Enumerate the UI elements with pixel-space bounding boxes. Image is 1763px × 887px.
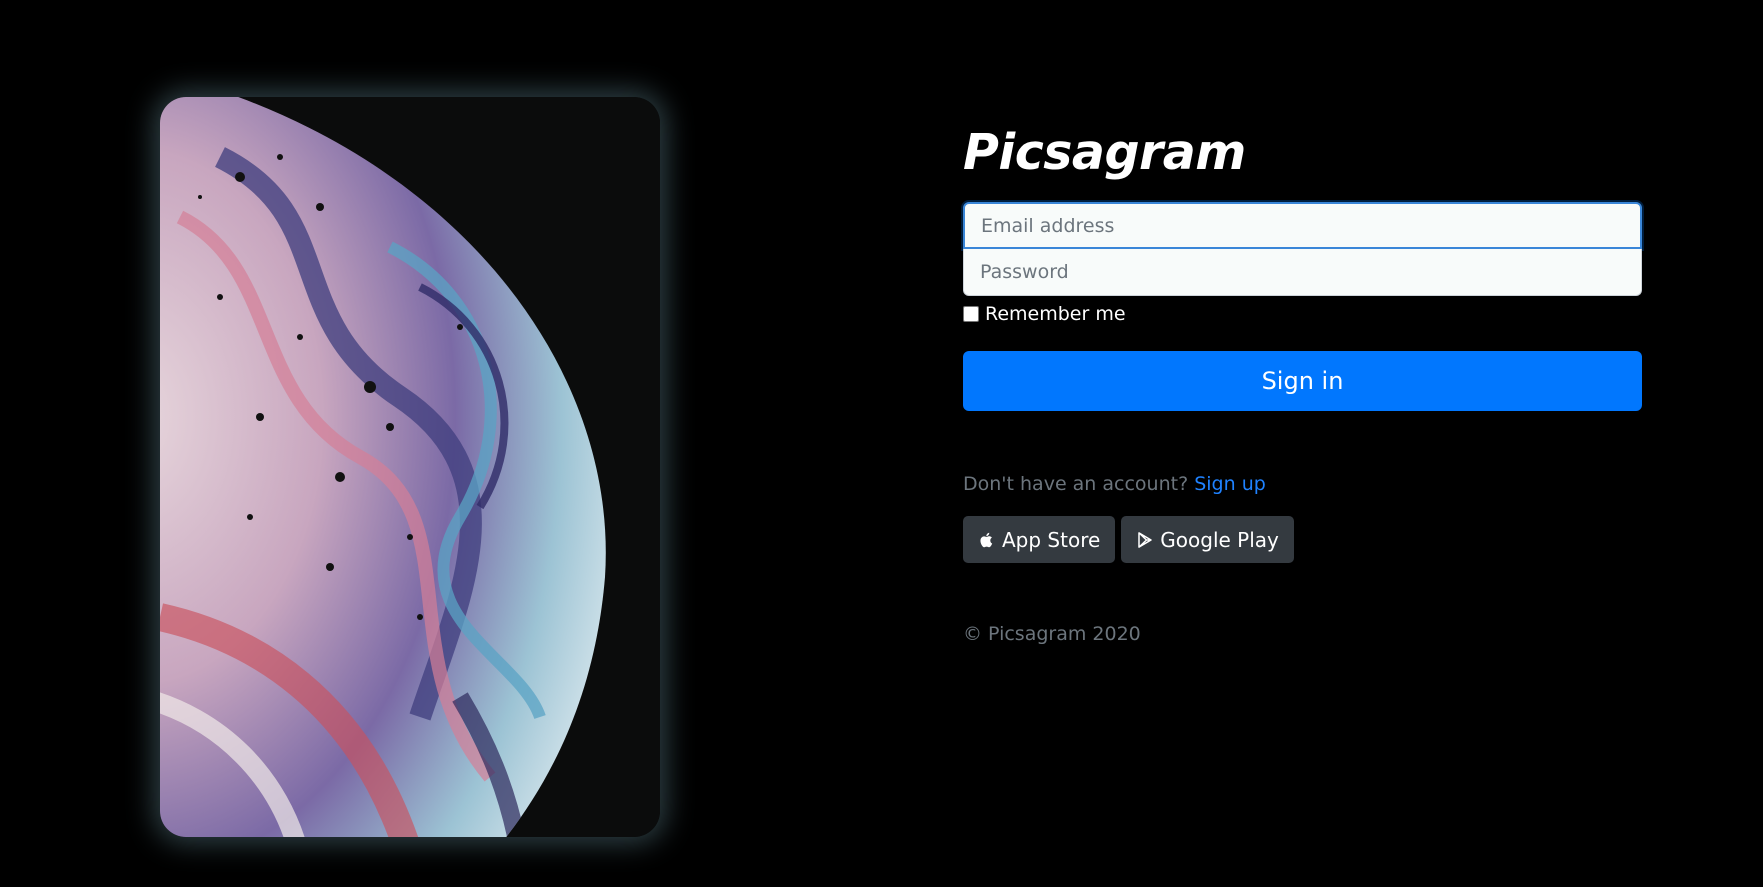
- remember-me[interactable]: Remember me: [963, 303, 1642, 325]
- signup-prompt: Don't have an account? Sign up: [963, 473, 1642, 495]
- login-page: Picsagram Remember me Sign in Don't have…: [0, 0, 1763, 887]
- remember-checkbox[interactable]: [963, 306, 979, 322]
- login-panel: Picsagram Remember me Sign in Don't have…: [963, 118, 1642, 645]
- sign-up-link[interactable]: Sign up: [1194, 473, 1266, 495]
- hero-image: [160, 97, 660, 837]
- google-play-label: Google Play: [1160, 527, 1279, 552]
- store-buttons: App Store Google Play: [963, 516, 1642, 563]
- google-play-icon: [1138, 531, 1153, 548]
- remember-label: Remember me: [985, 303, 1126, 325]
- brand-title: Picsagram: [963, 124, 1246, 181]
- password-field[interactable]: [963, 249, 1642, 296]
- signup-text: Don't have an account?: [963, 473, 1189, 495]
- app-store-button[interactable]: App Store: [963, 516, 1116, 563]
- email-field[interactable]: [963, 202, 1642, 249]
- apple-icon: [980, 532, 993, 547]
- copyright-text: © Picsagram 2020: [963, 623, 1141, 645]
- app-store-label: App Store: [1002, 527, 1101, 552]
- sign-in-button[interactable]: Sign in: [963, 351, 1642, 411]
- google-play-button[interactable]: Google Play: [1121, 516, 1294, 563]
- planet-artwork: [160, 97, 660, 837]
